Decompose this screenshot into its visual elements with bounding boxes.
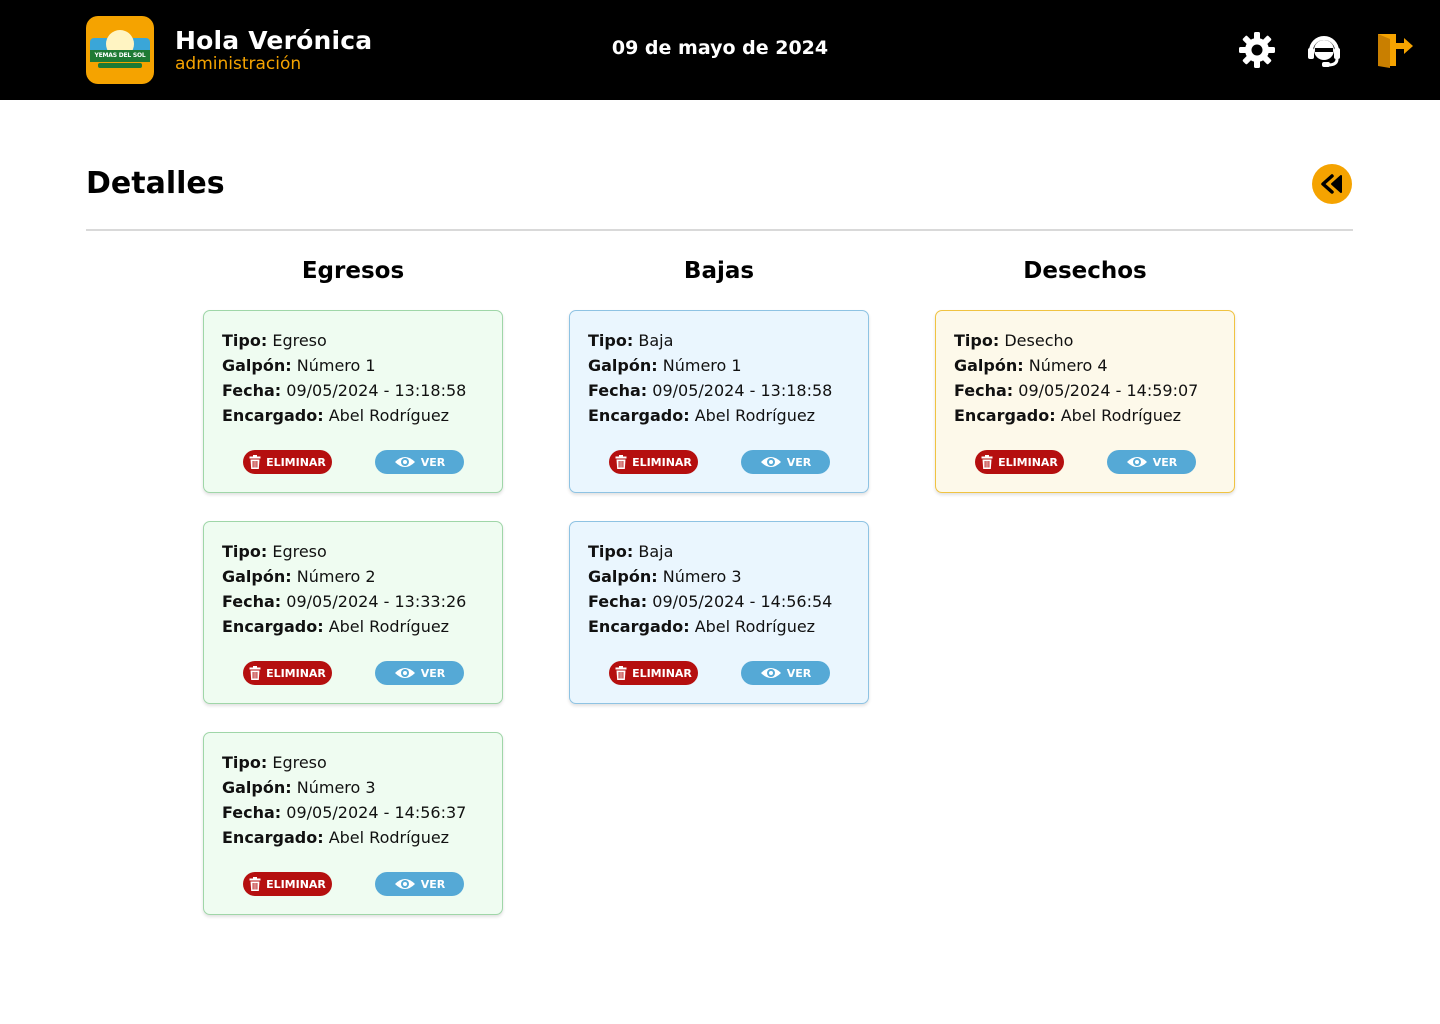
back-button[interactable] — [1312, 164, 1352, 204]
view-button[interactable]: VER — [741, 661, 830, 685]
trash-icon — [615, 455, 627, 469]
view-label: VER — [420, 877, 446, 891]
record-date: Fecha: 09/05/2024 - 13:18:58 — [588, 381, 833, 400]
record-galpon: Galpón: Número 1 — [222, 356, 376, 375]
record-manager: Encargado: Abel Rodríguez — [222, 617, 450, 636]
record-galpon: Galpón: Número 4 — [954, 356, 1108, 375]
eye-icon — [760, 668, 781, 678]
record-manager: Encargado: Abel Rodríguez — [222, 828, 450, 847]
record-date: Fecha: 09/05/2024 - 13:33:26 — [222, 592, 467, 611]
record-card: Tipo: Egreso Galpón: Número 1 Fecha: 09/… — [203, 310, 503, 493]
record-card: Tipo: Baja Galpón: Número 1 Fecha: 09/05… — [569, 310, 869, 493]
brand-logo[interactable]: YEMAS DEL SOL — [86, 16, 154, 84]
record-type: Tipo: Baja — [588, 542, 674, 561]
logo-text: YEMAS DEL SOL — [90, 50, 150, 62]
eye-icon — [760, 457, 781, 467]
record-manager: Encargado: Abel Rodríguez — [588, 617, 816, 636]
trash-icon — [249, 877, 261, 891]
record-type: Tipo: Egreso — [222, 331, 327, 350]
eye-icon — [1126, 457, 1147, 467]
support-icon[interactable] — [1304, 30, 1344, 70]
record-type: Tipo: Baja — [588, 331, 674, 350]
trash-icon — [981, 455, 993, 469]
record-manager: Encargado: Abel Rodríguez — [588, 406, 816, 425]
record-card: Tipo: Egreso Galpón: Número 3 Fecha: 09/… — [203, 732, 503, 915]
record-date: Fecha: 09/05/2024 - 13:18:58 — [222, 381, 467, 400]
delete-label: ELIMINAR — [632, 455, 692, 469]
view-label: VER — [420, 455, 446, 469]
eye-icon — [394, 668, 415, 678]
eye-icon — [394, 457, 415, 467]
column-title-desechos: Desechos — [1023, 258, 1147, 284]
record-card: Tipo: Egreso Galpón: Número 2 Fecha: 09/… — [203, 521, 503, 704]
eye-icon — [394, 879, 415, 889]
column-title-bajas: Bajas — [683, 258, 755, 284]
rewind-icon — [1321, 174, 1342, 194]
logo-strip — [98, 63, 142, 68]
top-bar: YEMAS DEL SOL Hola Verónica administraci… — [0, 0, 1440, 100]
trash-icon — [615, 666, 627, 680]
delete-label: ELIMINAR — [998, 455, 1058, 469]
view-button[interactable]: VER — [375, 450, 464, 474]
record-card: Tipo: Baja Galpón: Número 3 Fecha: 09/05… — [569, 521, 869, 704]
trash-icon — [249, 455, 261, 469]
view-button[interactable]: VER — [1107, 450, 1196, 474]
view-button[interactable]: VER — [375, 872, 464, 896]
divider — [86, 229, 1353, 231]
delete-label: ELIMINAR — [266, 877, 326, 891]
delete-button[interactable]: ELIMINAR — [243, 450, 332, 474]
user-role: administración — [175, 54, 302, 74]
record-manager: Encargado: Abel Rodríguez — [954, 406, 1182, 425]
delete-label: ELIMINAR — [266, 455, 326, 469]
gear-icon[interactable] — [1237, 30, 1277, 70]
logout-icon[interactable] — [1374, 30, 1414, 70]
view-label: VER — [420, 666, 446, 680]
record-date: Fecha: 09/05/2024 - 14:56:37 — [222, 803, 467, 822]
view-label: VER — [786, 666, 812, 680]
column-title-egresos: Egresos — [301, 258, 405, 284]
delete-button[interactable]: ELIMINAR — [975, 450, 1064, 474]
record-galpon: Galpón: Número 3 — [588, 567, 742, 586]
page-title: Detalles — [86, 166, 225, 201]
delete-button[interactable]: ELIMINAR — [609, 661, 698, 685]
record-galpon: Galpón: Número 3 — [222, 778, 376, 797]
delete-label: ELIMINAR — [632, 666, 692, 680]
view-label: VER — [786, 455, 812, 469]
greeting: Hola Verónica — [175, 26, 373, 55]
record-galpon: Galpón: Número 2 — [222, 567, 376, 586]
view-button[interactable]: VER — [375, 661, 464, 685]
record-galpon: Galpón: Número 1 — [588, 356, 742, 375]
delete-button[interactable]: ELIMINAR — [243, 661, 332, 685]
record-card: Tipo: Desecho Galpón: Número 4 Fecha: 09… — [935, 310, 1235, 493]
record-type: Tipo: Egreso — [222, 542, 327, 561]
delete-label: ELIMINAR — [266, 666, 326, 680]
record-date: Fecha: 09/05/2024 - 14:59:07 — [954, 381, 1199, 400]
delete-button[interactable]: ELIMINAR — [243, 872, 332, 896]
view-label: VER — [1152, 455, 1178, 469]
delete-button[interactable]: ELIMINAR — [609, 450, 698, 474]
record-date: Fecha: 09/05/2024 - 14:56:54 — [588, 592, 833, 611]
current-date: 09 de mayo de 2024 — [611, 37, 829, 59]
record-manager: Encargado: Abel Rodríguez — [222, 406, 450, 425]
view-button[interactable]: VER — [741, 450, 830, 474]
trash-icon — [249, 666, 261, 680]
record-type: Tipo: Desecho — [954, 331, 1074, 350]
record-type: Tipo: Egreso — [222, 753, 327, 772]
